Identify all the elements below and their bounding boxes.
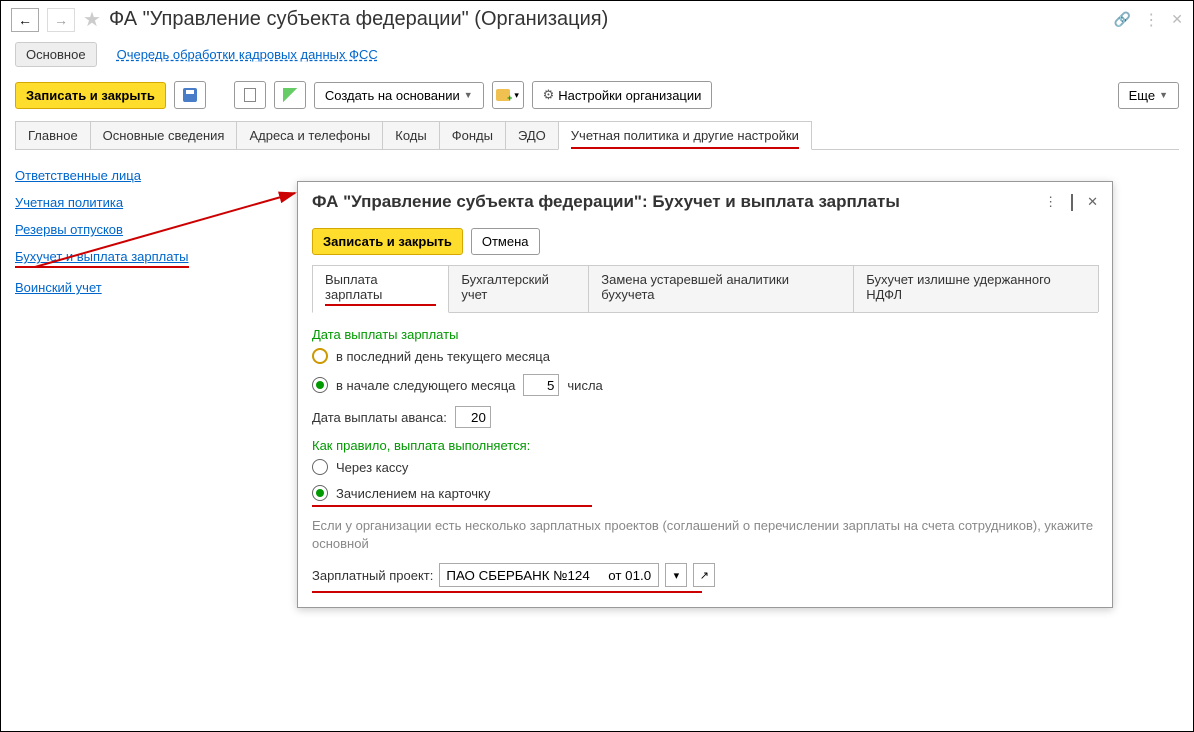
radio-cash[interactable] <box>312 459 328 475</box>
save-button[interactable] <box>174 81 206 109</box>
label-day-suffix: числа <box>567 378 602 393</box>
edit-button[interactable] <box>274 81 306 109</box>
link-accounting-policy[interactable]: Учетная политика <box>15 195 189 210</box>
dialog-tab-ndfl[interactable]: Бухучет излишне удержанного НДФЛ <box>853 265 1099 312</box>
radio-card[interactable] <box>312 485 328 501</box>
project-dropdown-button[interactable]: ▾ <box>665 563 687 587</box>
favorite-star-icon[interactable]: ★ <box>83 7 101 32</box>
label-card: Зачислением на карточку <box>336 486 490 501</box>
chevron-down-icon: ▾ <box>514 90 519 101</box>
gear-icon <box>543 87 555 103</box>
day-input[interactable] <box>523 374 559 396</box>
disk-icon <box>183 88 197 102</box>
more-button[interactable]: Еще ▼ <box>1118 82 1179 109</box>
payroll-dialog: ФА "Управление субъекта федерации": Буху… <box>297 181 1113 608</box>
label-cash: Через кассу <box>336 460 408 475</box>
close-icon[interactable]: ✕ <box>1171 11 1183 28</box>
dialog-tab-analytics[interactable]: Замена устаревшей аналитики бухучета <box>588 265 854 312</box>
tab-funds[interactable]: Фонды <box>439 121 506 149</box>
subnav-main[interactable]: Основное <box>15 42 97 67</box>
advance-label: Дата выплаты аванса: <box>312 410 447 425</box>
dialog-tab-payment[interactable]: Выплата зарплаты <box>312 265 449 313</box>
tab-accounting-policy[interactable]: Учетная политика и другие настройки <box>558 121 812 150</box>
chevron-down-icon: ▼ <box>1159 90 1168 100</box>
radio-begin-next[interactable] <box>312 377 328 393</box>
hint-text: Если у организации есть несколько зарпла… <box>312 517 1098 553</box>
link-responsible[interactable]: Ответственные лица <box>15 168 189 183</box>
dialog-title: ФА "Управление субъекта федерации": Буху… <box>312 192 900 212</box>
subnav-queue-link[interactable]: Очередь обработки кадровых данных ФСС <box>117 47 378 62</box>
label-begin-next: в начале следующего месяца <box>336 378 515 393</box>
org-settings-button[interactable]: Настройки организации <box>532 81 713 109</box>
link-icon[interactable]: 🔗 <box>1114 11 1131 28</box>
radio-last-day[interactable] <box>312 348 328 364</box>
method-group-title: Как правило, выплата выполняется: <box>312 438 1098 453</box>
page-title: ФА "Управление субъекта федерации" (Орга… <box>109 8 608 31</box>
dialog-maximize-icon[interactable] <box>1071 195 1073 210</box>
dialog-close-icon[interactable]: ✕ <box>1087 194 1098 210</box>
label-last-day: в последний день текущего месяца <box>336 349 550 364</box>
back-button[interactable]: ← <box>11 8 39 32</box>
tab-addresses[interactable]: Адреса и телефоны <box>236 121 383 149</box>
document-button[interactable] <box>234 81 266 109</box>
tab-edo[interactable]: ЭДО <box>505 121 559 149</box>
link-military[interactable]: Воинский учет <box>15 280 189 295</box>
project-label: Зарплатный проект: <box>312 568 433 583</box>
tab-codes[interactable]: Коды <box>382 121 439 149</box>
dialog-tab-accounting[interactable]: Бухгалтерский учет <box>448 265 589 312</box>
project-open-button[interactable]: ↗ <box>693 563 715 587</box>
save-close-button[interactable]: Записать и закрыть <box>15 82 166 109</box>
forward-button[interactable]: → <box>47 8 75 32</box>
more-menu-icon[interactable]: ⋮ <box>1143 10 1159 30</box>
chevron-down-icon: ▼ <box>464 90 473 100</box>
document-icon <box>244 88 256 102</box>
dialog-save-close-button[interactable]: Записать и закрыть <box>312 228 463 255</box>
link-reserves[interactable]: Резервы отпусков <box>15 222 189 237</box>
dialog-menu-icon[interactable]: ⋮ <box>1044 194 1057 210</box>
pay-date-group-title: Дата выплаты зарплаты <box>312 327 1098 342</box>
dialog-cancel-button[interactable]: Отмена <box>471 228 540 255</box>
project-input[interactable] <box>439 563 659 587</box>
create-based-button[interactable]: Создать на основании ▼ <box>314 82 484 109</box>
folder-button[interactable]: ▾ <box>492 81 524 109</box>
link-payroll-accounting[interactable]: Бухучет и выплата зарплаты <box>15 249 189 268</box>
tab-main[interactable]: Главное <box>15 121 91 149</box>
pencil-icon <box>283 88 297 102</box>
main-tabs: Главное Основные сведения Адреса и телеф… <box>15 121 1179 150</box>
advance-input[interactable] <box>455 406 491 428</box>
folder-icon <box>496 89 510 101</box>
tab-basic-info[interactable]: Основные сведения <box>90 121 238 149</box>
